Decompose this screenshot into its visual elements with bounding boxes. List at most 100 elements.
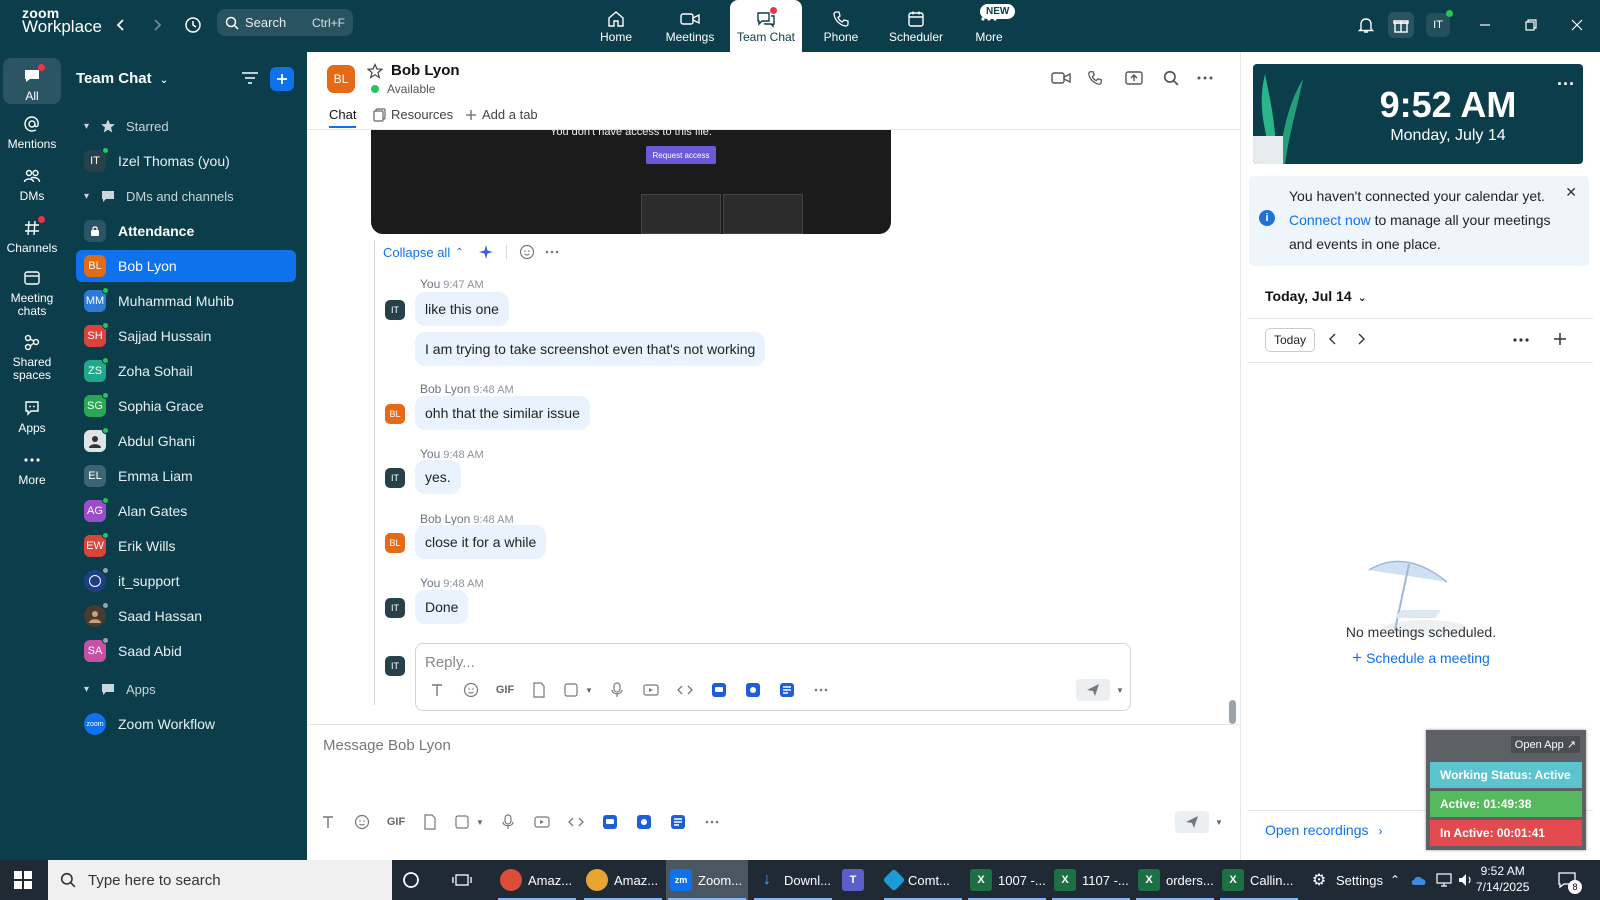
forward-arrow-icon[interactable]	[144, 12, 170, 38]
contact-name[interactable]: Bob Lyon	[391, 62, 460, 79]
taskbar-item-teams[interactable]: T	[838, 860, 878, 900]
history-icon[interactable]	[180, 12, 206, 38]
cortana-icon[interactable]	[402, 860, 420, 900]
app-icon-2[interactable]	[627, 811, 661, 833]
app-icon-1[interactable]	[702, 679, 736, 701]
app-icon-3[interactable]	[661, 811, 695, 833]
app-icon-3[interactable]	[770, 679, 804, 701]
collapse-all-button[interactable]: Collapse all ⌃	[383, 244, 559, 260]
taskbar-item-comt[interactable]: Comt...	[882, 860, 964, 900]
message-bubble[interactable]: ohh that the similar issue	[415, 396, 590, 430]
message-bubble[interactable]: yes.	[415, 460, 461, 494]
message-bubble[interactable]: Done	[415, 590, 469, 624]
network-icon[interactable]	[1436, 860, 1452, 900]
file-attach-icon[interactable]	[522, 679, 556, 701]
message-avatar[interactable]: IT	[385, 468, 405, 488]
microphone-icon[interactable]	[491, 811, 525, 833]
chevron-down-icon[interactable]: ▼	[1110, 679, 1130, 701]
send-icon[interactable]	[1175, 811, 1209, 833]
gif-icon[interactable]: GIF	[488, 679, 522, 701]
more-tools-icon[interactable]	[804, 679, 838, 701]
sidebar-item-erik-wills[interactable]: EW Erik Wills	[76, 530, 296, 562]
taskbar-item-excel-calling[interactable]: X Callin...	[1218, 860, 1300, 900]
sidebar-item-saad-hassan[interactable]: Saad Hassan	[76, 600, 296, 632]
sidebar-item-sajjad-hussain[interactable]: SH Sajjad Hussain	[76, 320, 296, 352]
sidebar-item-attendance[interactable]: Attendance	[76, 215, 296, 247]
restore-window-icon[interactable]	[1518, 12, 1544, 38]
sidebar-item-sophia-grace[interactable]: SG Sophia Grace	[76, 390, 296, 422]
ai-sparkle-icon[interactable]	[478, 244, 494, 260]
filter-icon[interactable]	[240, 68, 260, 88]
scrollbar-thumb[interactable]	[1229, 700, 1236, 724]
tab-resources[interactable]: Resources	[373, 107, 453, 122]
rail-item-channels[interactable]: Channels	[3, 216, 61, 260]
text-format-icon[interactable]	[420, 679, 454, 701]
close-window-icon[interactable]	[1564, 12, 1590, 38]
notifications-icon[interactable]: 8	[1558, 860, 1582, 900]
sidebar-item-emma-liam[interactable]: EL Emma Liam	[76, 460, 296, 492]
windows-start-icon[interactable]	[14, 871, 32, 889]
sidebar-item-it-support[interactable]: it_support	[76, 565, 296, 597]
taskbar-item-excel-orders[interactable]: Xorders...	[1134, 860, 1216, 900]
schedule-meeting-link[interactable]: + Schedule a meeting	[1241, 648, 1600, 668]
starred-section-header[interactable]: ▾ Starred	[76, 110, 296, 142]
rail-item-all[interactable]: All	[3, 58, 61, 104]
search-icon[interactable]	[1163, 70, 1179, 86]
sidebar-item-alan-gates[interactable]: AG Alan Gates	[76, 495, 296, 527]
file-preview-image[interactable]: You don't have access to this file. Requ…	[371, 130, 891, 234]
new-chat-button[interactable]	[270, 67, 294, 91]
message-bubble[interactable]: like this one	[415, 292, 509, 326]
minimize-window-icon[interactable]	[1472, 12, 1498, 38]
today-date-selector[interactable]: Today, Jul 14 ⌄	[1265, 288, 1367, 304]
rail-item-more[interactable]: More	[3, 448, 61, 492]
file-attach-icon[interactable]	[413, 811, 447, 833]
prev-day-icon[interactable]	[1327, 332, 1339, 346]
sidebar-item-bob-lyon[interactable]: BL Bob Lyon	[76, 250, 296, 282]
more-options-icon[interactable]	[1197, 76, 1213, 80]
contact-avatar[interactable]: BL	[327, 65, 355, 93]
taskbar-item-excel-1107[interactable]: X 1107 -...	[1050, 860, 1132, 900]
thread-reply-box[interactable]: Reply... GIF ▼ ▼	[415, 643, 1131, 711]
video-message-icon[interactable]	[525, 811, 559, 833]
code-snippet-icon[interactable]	[559, 811, 593, 833]
chevron-down-icon[interactable]: ▼	[1209, 811, 1229, 833]
show-hidden-icons-icon[interactable]: ⌃	[1390, 860, 1400, 900]
volume-icon[interactable]	[1458, 860, 1474, 900]
sidebar-item-zoom-workflow[interactable]: zoom Zoom Workflow	[76, 708, 296, 740]
taskbar-item-zoom[interactable]: zm Zoom...	[666, 860, 748, 900]
code-snippet-icon[interactable]	[668, 679, 702, 701]
screenshot-icon[interactable]: ▼	[447, 811, 491, 833]
phone-call-icon[interactable]	[1087, 70, 1103, 86]
nav-tab-scheduler[interactable]: Scheduler	[884, 0, 948, 52]
emoji-reaction-icon[interactable]	[519, 244, 535, 260]
dms-section-header[interactable]: ▾ DMs and channels	[76, 180, 296, 212]
nav-tab-team-chat[interactable]: Team Chat	[730, 0, 802, 52]
message-avatar[interactable]: BL	[385, 533, 405, 553]
task-view-icon[interactable]	[452, 860, 472, 900]
text-format-icon[interactable]	[311, 811, 345, 833]
add-event-icon[interactable]	[1553, 332, 1567, 346]
rail-item-dms[interactable]: DMs	[3, 164, 61, 208]
message-bubble[interactable]: I am trying to take screenshot even that…	[415, 332, 766, 366]
taskbar-search-box[interactable]: Type here to search	[48, 860, 392, 900]
close-notice-icon[interactable]: ✕	[1565, 184, 1577, 201]
team-chat-title[interactable]: Team Chat ⌄	[76, 70, 168, 87]
nav-tab-meetings[interactable]: Meetings	[658, 0, 722, 52]
message-avatar[interactable]: IT	[385, 300, 405, 320]
rail-item-apps[interactable]: Apps	[3, 396, 61, 440]
taskbar-item-settings[interactable]: ⚙ Settings	[1304, 860, 1386, 900]
nav-tab-phone[interactable]: Phone	[815, 0, 867, 52]
video-call-icon[interactable]	[1051, 70, 1071, 86]
sidebar-item-izel-thomas[interactable]: IT Izel Thomas (you)	[76, 145, 296, 177]
sidebar-item-muhammad-muhib[interactable]: MM Muhammad Muhib	[76, 285, 296, 317]
message-avatar[interactable]: BL	[385, 404, 405, 424]
clock-more-options-icon[interactable]: ···	[1557, 74, 1575, 95]
calendar-more-options-icon[interactable]	[1513, 338, 1529, 342]
emoji-icon[interactable]	[345, 811, 379, 833]
message-composer[interactable]: Message Bob Lyon GIF ▼ ▼	[307, 724, 1240, 860]
connect-now-link[interactable]: Connect now	[1289, 212, 1371, 228]
message-bubble[interactable]: close it for a while	[415, 525, 547, 559]
system-clock[interactable]: 9:52 AM 7/14/2025	[1476, 863, 1529, 895]
tab-chat[interactable]: Chat	[329, 107, 357, 128]
taskbar-item-chrome-1[interactable]: Amaz...	[496, 860, 578, 900]
